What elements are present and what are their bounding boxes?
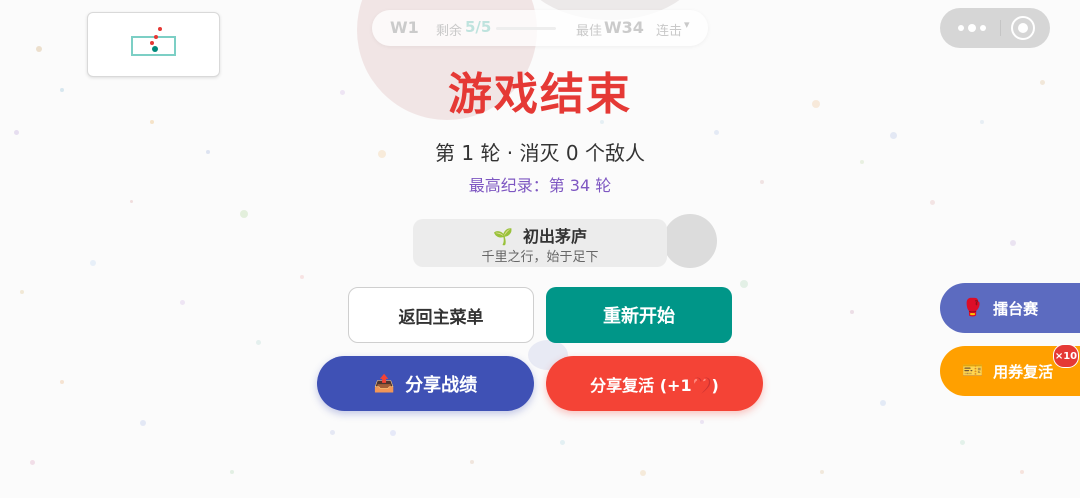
background-dot [714, 130, 719, 135]
main-menu-button[interactable]: 返回主菜单 [348, 287, 534, 343]
background-dot [240, 210, 248, 218]
achievement-card: 🌱 初出茅庐 千里之行，始于足下 [413, 219, 667, 267]
best-label: 最佳 [576, 24, 603, 39]
ticket-revive-label: 用券复活 [993, 362, 1054, 381]
share-score-label: 分享战绩 [405, 374, 478, 396]
more-icon[interactable] [954, 19, 990, 37]
wave-number: W1 [390, 18, 419, 37]
background-dot [470, 460, 474, 464]
background-dot [300, 275, 304, 279]
background-circle [663, 214, 717, 268]
close-icon[interactable] [1011, 16, 1035, 40]
game-over-title: 游戏结束 [448, 69, 632, 120]
minimap-enemy-dot [154, 35, 158, 39]
sprout-icon: 🌱 [493, 227, 513, 246]
background-dot [36, 46, 42, 52]
outbox-icon: 📤 [373, 373, 396, 394]
best-record: 最高纪录：第 34 轮 [468, 176, 612, 195]
background-dot [820, 470, 824, 474]
background-dot [230, 470, 234, 474]
arena-button[interactable]: 🥊 擂台赛 [940, 283, 1080, 333]
mini-program-capsule [940, 8, 1050, 48]
minimap-enemy-dot [150, 41, 154, 45]
background-dot [14, 130, 19, 135]
background-dot [180, 300, 185, 305]
background-dot [560, 440, 565, 445]
background-dot [930, 200, 935, 205]
background-dot [330, 430, 335, 435]
share-score-button[interactable]: 📤 分享战绩 [317, 356, 534, 411]
chevron-down-icon: ▾ [684, 18, 690, 31]
restart-label: 重新开始 [603, 306, 675, 327]
background-dot [30, 460, 35, 465]
game-over-screen: W1 剩余 5/5 最佳 W34 连击 ▾ 游戏结束 第 1 轮 · 消灭 0 … [0, 0, 1080, 498]
share-revive-label: 分享复活 (+1❤️) [590, 375, 719, 395]
share-revive-button[interactable]: 分享复活 (+1❤️) [546, 356, 763, 411]
background-dot [640, 470, 646, 476]
background-dot [90, 260, 96, 266]
round-stats: 第 1 轮 · 消灭 0 个敌人 [435, 141, 645, 165]
background-dot [20, 290, 24, 294]
achievement-description: 千里之行，始于足下 [481, 250, 599, 265]
background-dot [60, 380, 64, 384]
wave-progress-bar [496, 27, 556, 30]
streak-label: 连击 [656, 24, 683, 39]
achievement-title: 初出茅庐 [522, 227, 587, 246]
restart-button[interactable]: 重新开始 [546, 287, 732, 343]
background-dot [140, 420, 146, 426]
top-hud: W1 剩余 5/5 最佳 W34 连击 ▾ [372, 10, 708, 46]
minimap-player-dot [152, 46, 158, 52]
remaining-label: 剩余 [436, 24, 463, 39]
background-dot [1020, 470, 1024, 474]
background-dot [740, 280, 748, 288]
main-menu-label: 返回主菜单 [398, 307, 484, 328]
best-value: W34 [604, 18, 644, 37]
ticket-icon: 🎫 [962, 361, 984, 381]
minimap-enemy-dot [158, 27, 162, 31]
background-dot [960, 440, 965, 445]
remaining-value: 5/5 [465, 18, 492, 36]
boxing-glove-icon: 🥊 [962, 298, 984, 318]
background-dot [1010, 240, 1016, 246]
arena-label: 擂台赛 [993, 299, 1039, 318]
capsule-divider [1000, 20, 1001, 36]
ticket-count-badge: ×10 [1053, 344, 1079, 368]
background-dot [880, 400, 886, 406]
background-dot [256, 340, 261, 345]
background-dot [700, 420, 704, 424]
background-dot [390, 430, 396, 436]
background-dot [850, 310, 854, 314]
background-dot [130, 200, 133, 203]
